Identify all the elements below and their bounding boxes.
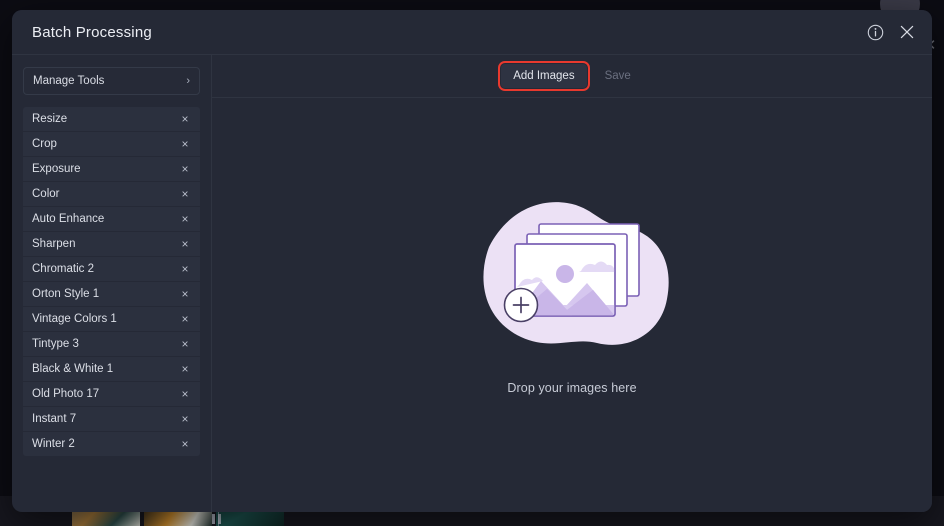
tool-row[interactable]: Chromatic 2 × bbox=[23, 257, 200, 281]
tool-row[interactable]: Crop × bbox=[23, 132, 200, 156]
remove-tool-icon[interactable]: × bbox=[179, 438, 191, 450]
tool-row[interactable]: Resize × bbox=[23, 107, 200, 131]
tool-row[interactable]: Vintage Colors 1 × bbox=[23, 307, 200, 331]
remove-tool-icon[interactable]: × bbox=[179, 363, 191, 375]
app-root: ✕ Batch Processing bbox=[0, 0, 944, 526]
main-panel: Add Images Save Drop your images here bbox=[212, 55, 932, 512]
remove-tool-icon[interactable]: × bbox=[179, 138, 191, 150]
dropzone-message: Drop your images here bbox=[507, 381, 637, 395]
info-icon[interactable] bbox=[866, 23, 884, 41]
tool-row[interactable]: Color × bbox=[23, 182, 200, 206]
dialog-body: Manage Tools › Resize × Crop × Exposure × Colo… bbox=[12, 55, 932, 512]
tool-label: Winter 2 bbox=[32, 438, 75, 450]
tool-row[interactable]: Instant 7 × bbox=[23, 407, 200, 431]
batch-processing-dialog: Batch Processing Manage Tools › Resize ×… bbox=[12, 10, 932, 512]
remove-tool-icon[interactable]: × bbox=[179, 188, 191, 200]
tool-row[interactable]: Tintype 3 × bbox=[23, 332, 200, 356]
dialog-header-actions bbox=[866, 23, 916, 41]
tool-row[interactable]: Exposure × bbox=[23, 157, 200, 181]
remove-tool-icon[interactable]: × bbox=[179, 213, 191, 225]
pause-icon[interactable] bbox=[212, 514, 226, 524]
stacked-images-with-plus-icon bbox=[483, 202, 669, 345]
tool-label: Black & White 1 bbox=[32, 363, 114, 375]
chevron-right-icon: › bbox=[186, 74, 190, 87]
tool-label: Instant 7 bbox=[32, 413, 77, 425]
remove-tool-icon[interactable]: × bbox=[179, 263, 191, 275]
remove-tool-icon[interactable]: × bbox=[179, 113, 191, 125]
tool-label: Old Photo 17 bbox=[32, 388, 100, 400]
remove-tool-icon[interactable]: × bbox=[179, 413, 191, 425]
tool-label: Exposure bbox=[32, 163, 81, 175]
tool-label: Sharpen bbox=[32, 238, 76, 250]
remove-tool-icon[interactable]: × bbox=[179, 288, 191, 300]
remove-tool-icon[interactable]: × bbox=[179, 238, 191, 250]
tool-label: Orton Style 1 bbox=[32, 288, 100, 300]
remove-tool-icon[interactable]: × bbox=[179, 313, 191, 325]
tool-label: Auto Enhance bbox=[32, 213, 105, 225]
tool-label: Chromatic 2 bbox=[32, 263, 94, 275]
tool-row[interactable]: Sharpen × bbox=[23, 232, 200, 256]
manage-tools-label: Manage Tools bbox=[33, 75, 105, 87]
tool-row[interactable]: Old Photo 17 × bbox=[23, 382, 200, 406]
add-images-button[interactable]: Add Images bbox=[498, 61, 590, 91]
tool-row[interactable]: Black & White 1 × bbox=[23, 357, 200, 381]
remove-tool-icon[interactable]: × bbox=[179, 163, 191, 175]
main-toolbar: Add Images Save bbox=[212, 55, 932, 98]
tool-label: Color bbox=[32, 188, 60, 200]
tool-label: Resize bbox=[32, 113, 68, 125]
tool-label: Crop bbox=[32, 138, 57, 150]
dialog-header: Batch Processing bbox=[12, 10, 932, 55]
remove-tool-icon[interactable]: × bbox=[179, 388, 191, 400]
dialog-title: Batch Processing bbox=[32, 23, 152, 41]
tool-label: Tintype 3 bbox=[32, 338, 79, 350]
close-icon[interactable] bbox=[898, 23, 916, 41]
image-dropzone[interactable]: Drop your images here bbox=[212, 98, 932, 512]
tool-row[interactable]: Auto Enhance × bbox=[23, 207, 200, 231]
tool-list: Resize × Crop × Exposure × Color × Auto Enhance ×… bbox=[23, 107, 200, 456]
manage-tools-button[interactable]: Manage Tools › bbox=[23, 67, 200, 95]
tools-sidebar: Manage Tools › Resize × Crop × Exposure × Colo… bbox=[12, 55, 212, 512]
tool-row[interactable]: Winter 2 × bbox=[23, 432, 200, 456]
tool-label: Vintage Colors 1 bbox=[32, 313, 117, 325]
tool-row[interactable]: Orton Style 1 × bbox=[23, 282, 200, 306]
remove-tool-icon[interactable]: × bbox=[179, 338, 191, 350]
save-button[interactable]: Save bbox=[593, 64, 643, 88]
